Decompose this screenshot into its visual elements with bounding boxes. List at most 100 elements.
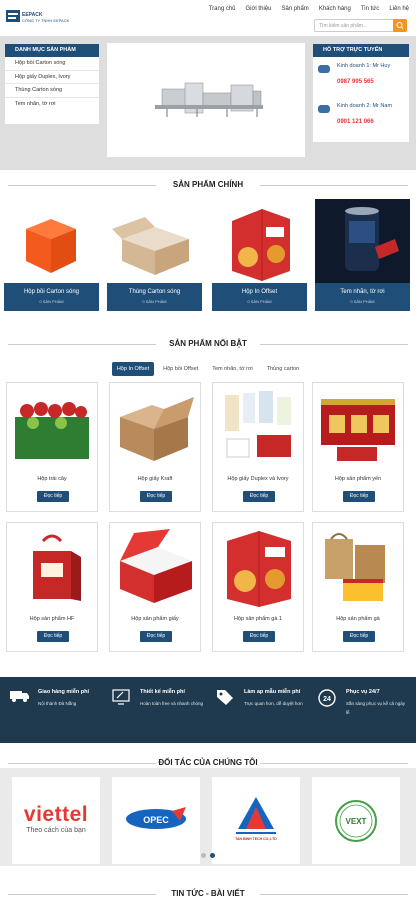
product-image [120, 529, 192, 603]
feature-item: Thiết kế miễn phí Hoàn toàn free và nhan… [112, 689, 206, 708]
read-more-button[interactable]: Đọc tiếp [140, 491, 172, 502]
product-card[interactable]: Hộp sản phẩm HF Đọc tiếp [6, 522, 98, 652]
search-placeholder: Tìm kiếm sản phẩm... [319, 23, 368, 29]
card-footer: Hộp In Offset 0 SẢN PHẨM [212, 283, 307, 311]
product-image [315, 199, 410, 283]
hero-banner[interactable] [107, 43, 305, 157]
partner-name: OPEC [143, 815, 169, 825]
product-card[interactable]: Hộp sản phẩm yến Đọc tiếp [312, 382, 404, 512]
category-card[interactable]: Hộp bồi Carton sóng 0 SẢN PHẨM [4, 199, 99, 311]
support-phone[interactable]: 0901 121 066 [337, 119, 374, 125]
tag-icon [217, 690, 233, 705]
product-image [112, 217, 189, 275]
main-products-title: SẢN PHẨM CHÍNH [172, 180, 244, 189]
category-card[interactable]: Tem nhãn, tờ rơi 0 SẢN PHẨM [315, 199, 410, 311]
product-image [227, 531, 291, 607]
tab-labels[interactable]: Tem nhãn, tờ rơi [207, 362, 258, 376]
feature-title: Làm ap mẫu miễn phí [244, 689, 301, 695]
category-title: DANH MỤC SẢN PHẨM [5, 44, 99, 57]
feature-sub: Sẵn sàng phục vụ kể cả ngày lễ [346, 701, 406, 715]
main-nav: Trang chủ Giới thiệu Sản phẩm Khách hàng… [209, 6, 409, 12]
product-name: Hộp sản phẩm giấy [131, 616, 179, 622]
nav-home[interactable]: Trang chủ [209, 6, 236, 12]
card-count: 0 SẢN PHẨM [39, 299, 64, 304]
feature-sub: Hoàn toàn free và nhanh chóng [140, 701, 204, 706]
product-card[interactable]: Hộp giấy Duplex và Ivory Đọc tiếp [212, 382, 304, 512]
product-image [321, 399, 395, 461]
partners-title: ĐỐI TÁC CỦA CHÚNG TÔI [158, 758, 258, 767]
product-card[interactable]: Hộp trái cây Đọc tiếp [6, 382, 98, 512]
category-item[interactable]: Tem nhãn, tờ rơi [5, 98, 99, 112]
read-more-button[interactable]: Đọc tiếp [343, 631, 375, 642]
truck-icon [10, 691, 29, 702]
site-header: EEPACK CÔNG TY TNHH EEPACK Trang chủ Giớ… [0, 0, 416, 36]
product-name: Hộp sản phẩm gà 1 [233, 616, 282, 622]
online-support: HỖ TRỢ TRỰC TUYẾN Kinh doanh 1: Mr Huy 0… [313, 44, 409, 142]
chat-icon [318, 105, 330, 113]
chat-icon [318, 65, 330, 73]
card-title: Tem nhãn, tờ rơi [340, 289, 385, 295]
read-more-button[interactable]: Đọc tiếp [140, 631, 172, 642]
design-icon [112, 689, 130, 705]
featured-tabs: Hộp In Offset Hộp bồi Offset Tem nhãn, t… [0, 362, 416, 376]
category-menu: DANH MỤC SẢN PHẨM Hộp bồi Carton sóng Hộ… [5, 44, 99, 124]
featured-title: SẢN PHẨM NỔI BẬT [169, 339, 247, 348]
support-title: HỖ TRỢ TRỰC TUYẾN [313, 44, 409, 57]
feature-title: Giao hàng miễn phí [38, 689, 90, 695]
nav-news[interactable]: Tin tức [361, 6, 379, 12]
partner-name: TAN BINH TECH CO.,LTD [235, 837, 277, 841]
feature-sub: Trực quan hơn, dễ duyệt hơn [244, 701, 303, 706]
search-icon [396, 22, 404, 29]
category-item[interactable]: Thùng Carton sóng [5, 84, 99, 98]
tab-offset-laminated[interactable]: Hộp bồi Offset [158, 362, 203, 376]
tab-carton[interactable]: Thùng carton [262, 362, 304, 376]
support-name: Kinh doanh 2: Mr Nam [337, 103, 393, 109]
nav-contact[interactable]: Liên hệ [389, 6, 409, 12]
read-more-button[interactable]: Đọc tiếp [243, 491, 275, 502]
product-card[interactable]: Hộp sản phẩm gà Đọc tiếp [312, 522, 404, 652]
feature-item: Giao hàng miễn phí Nội thành Đà Nẵng [10, 689, 104, 708]
read-more-button[interactable]: Đọc tiếp [243, 631, 275, 642]
card-title: Thùng Carton sóng [128, 289, 181, 295]
tab-offset-box[interactable]: Hộp In Offset [111, 362, 155, 376]
partner-logo[interactable]: TAN BINH TECH CO.,LTD [212, 777, 300, 864]
support-contact: Kinh doanh 1: Mr Huy 0987 995 565 [313, 57, 409, 97]
partner-name: VEXT [345, 817, 367, 826]
read-more-button[interactable]: Đọc tiếp [343, 491, 375, 502]
card-count: 0 SẢN PHẨM [350, 299, 375, 304]
nav-products[interactable]: Sản phẩm [281, 6, 308, 12]
category-item[interactable]: Hộp giấy Duplex, Ivory [5, 71, 99, 84]
product-image [33, 534, 81, 601]
partner-tagline: Theo cách của bạn [26, 827, 86, 834]
svg-text:24: 24 [323, 696, 331, 703]
nav-customers[interactable]: Khách hàng [319, 6, 351, 12]
support-phone[interactable]: 0987 995 565 [337, 79, 374, 85]
carousel-dot[interactable] [201, 853, 206, 858]
product-name: Hộp sản phẩm gà [336, 616, 380, 622]
read-more-button[interactable]: Đọc tiếp [37, 491, 69, 502]
partner-logo[interactable]: viettel Theo cách của bạn [12, 777, 100, 864]
logo[interactable]: EEPACK CÔNG TY TNHH EEPACK [6, 7, 102, 27]
category-item[interactable]: Hộp bồi Carton sóng [5, 57, 99, 71]
product-card[interactable]: Hộp giấy Kraft Đọc tiếp [109, 382, 201, 512]
partner-logo[interactable]: VEXT [312, 777, 400, 864]
feature-title: Thiết kế miễn phí [140, 689, 185, 695]
read-more-button[interactable]: Đọc tiếp [37, 631, 69, 642]
product-card[interactable]: Hộp sản phẩm giấy Đọc tiếp [109, 522, 201, 652]
feature-title: Phục vụ 24/7 [346, 689, 380, 695]
product-card[interactable]: Hộp sản phẩm gà 1 Đọc tiếp [212, 522, 304, 652]
nav-about[interactable]: Giới thiệu [246, 6, 272, 12]
product-image [26, 219, 76, 273]
partner-logo[interactable]: OPEC [112, 777, 200, 864]
carousel-dot[interactable] [210, 853, 215, 858]
search-input[interactable]: Tìm kiếm sản phẩm... [314, 19, 407, 32]
card-footer: Hộp bồi Carton sóng 0 SẢN PHẨM [4, 283, 99, 311]
search-button[interactable] [393, 19, 407, 32]
category-card[interactable]: Hộp In Offset 0 SẢN PHẨM [212, 199, 307, 311]
news-title: TIN TỨC - BÀI VIẾT [171, 889, 245, 898]
feature-item: Làm ap mẫu miễn phí Trực quan hơn, dễ du… [216, 689, 304, 708]
category-card[interactable]: Thùng Carton sóng 0 SẢN PHẨM [107, 199, 202, 311]
support-contact: Kinh doanh 2: Mr Nam 0901 121 066 [313, 97, 409, 137]
product-name: Hộp sản phẩm yến [334, 476, 382, 482]
svg-text:CÔNG TY TNHH EEPACK: CÔNG TY TNHH EEPACK [22, 18, 70, 23]
